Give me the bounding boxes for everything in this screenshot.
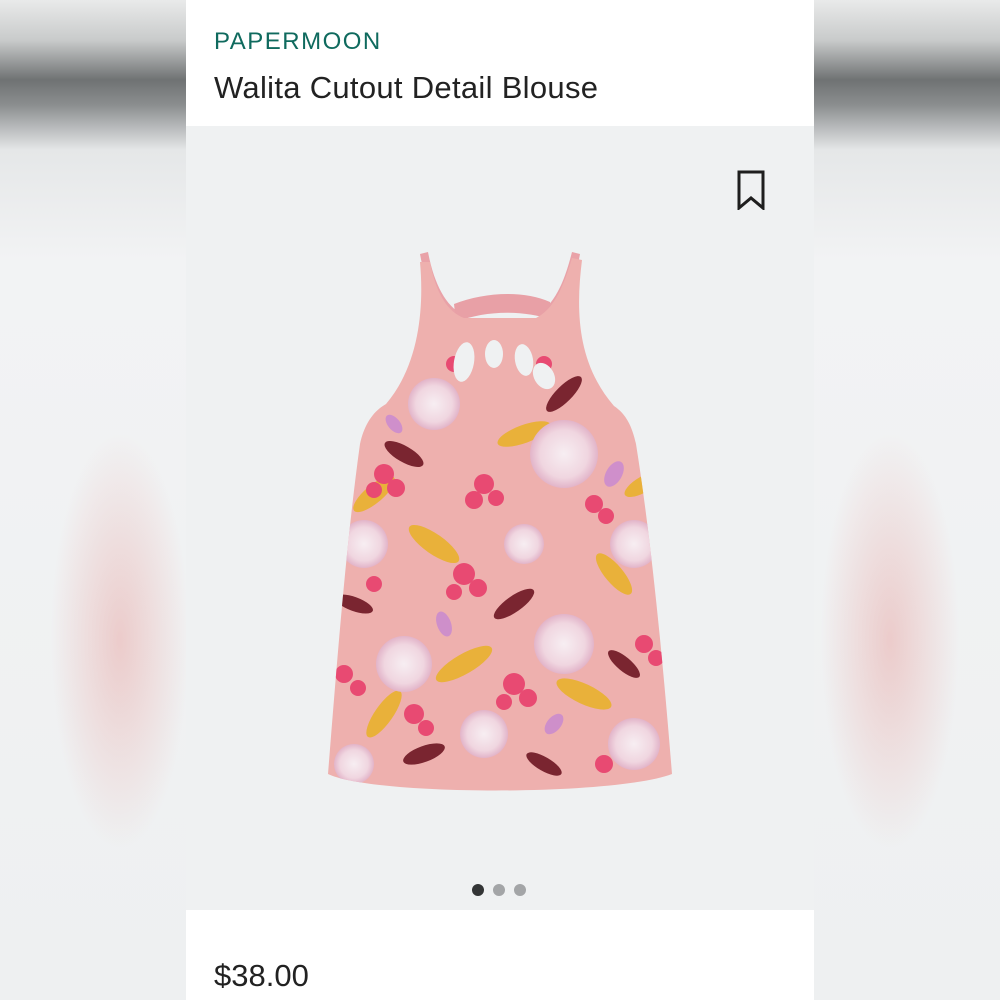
backdrop-blur-left bbox=[50, 430, 190, 850]
product-price: $38.00 bbox=[214, 958, 309, 993]
carousel-indicator bbox=[472, 884, 526, 896]
backdrop-blur-right bbox=[820, 430, 960, 850]
product-image bbox=[328, 252, 672, 791]
bookmark-icon[interactable] bbox=[736, 170, 766, 210]
product-title: Walita Cutout Detail Blouse bbox=[214, 70, 599, 105]
carousel-dot-1[interactable] bbox=[472, 884, 484, 896]
carousel-dot-2[interactable] bbox=[493, 884, 505, 896]
carousel-dot-3[interactable] bbox=[514, 884, 526, 896]
product-image-carousel[interactable] bbox=[186, 126, 814, 910]
product-card: PAPERMOON Walita Cutout Detail Blouse $3… bbox=[186, 0, 814, 1000]
brand-name[interactable]: PAPERMOON bbox=[214, 28, 382, 56]
